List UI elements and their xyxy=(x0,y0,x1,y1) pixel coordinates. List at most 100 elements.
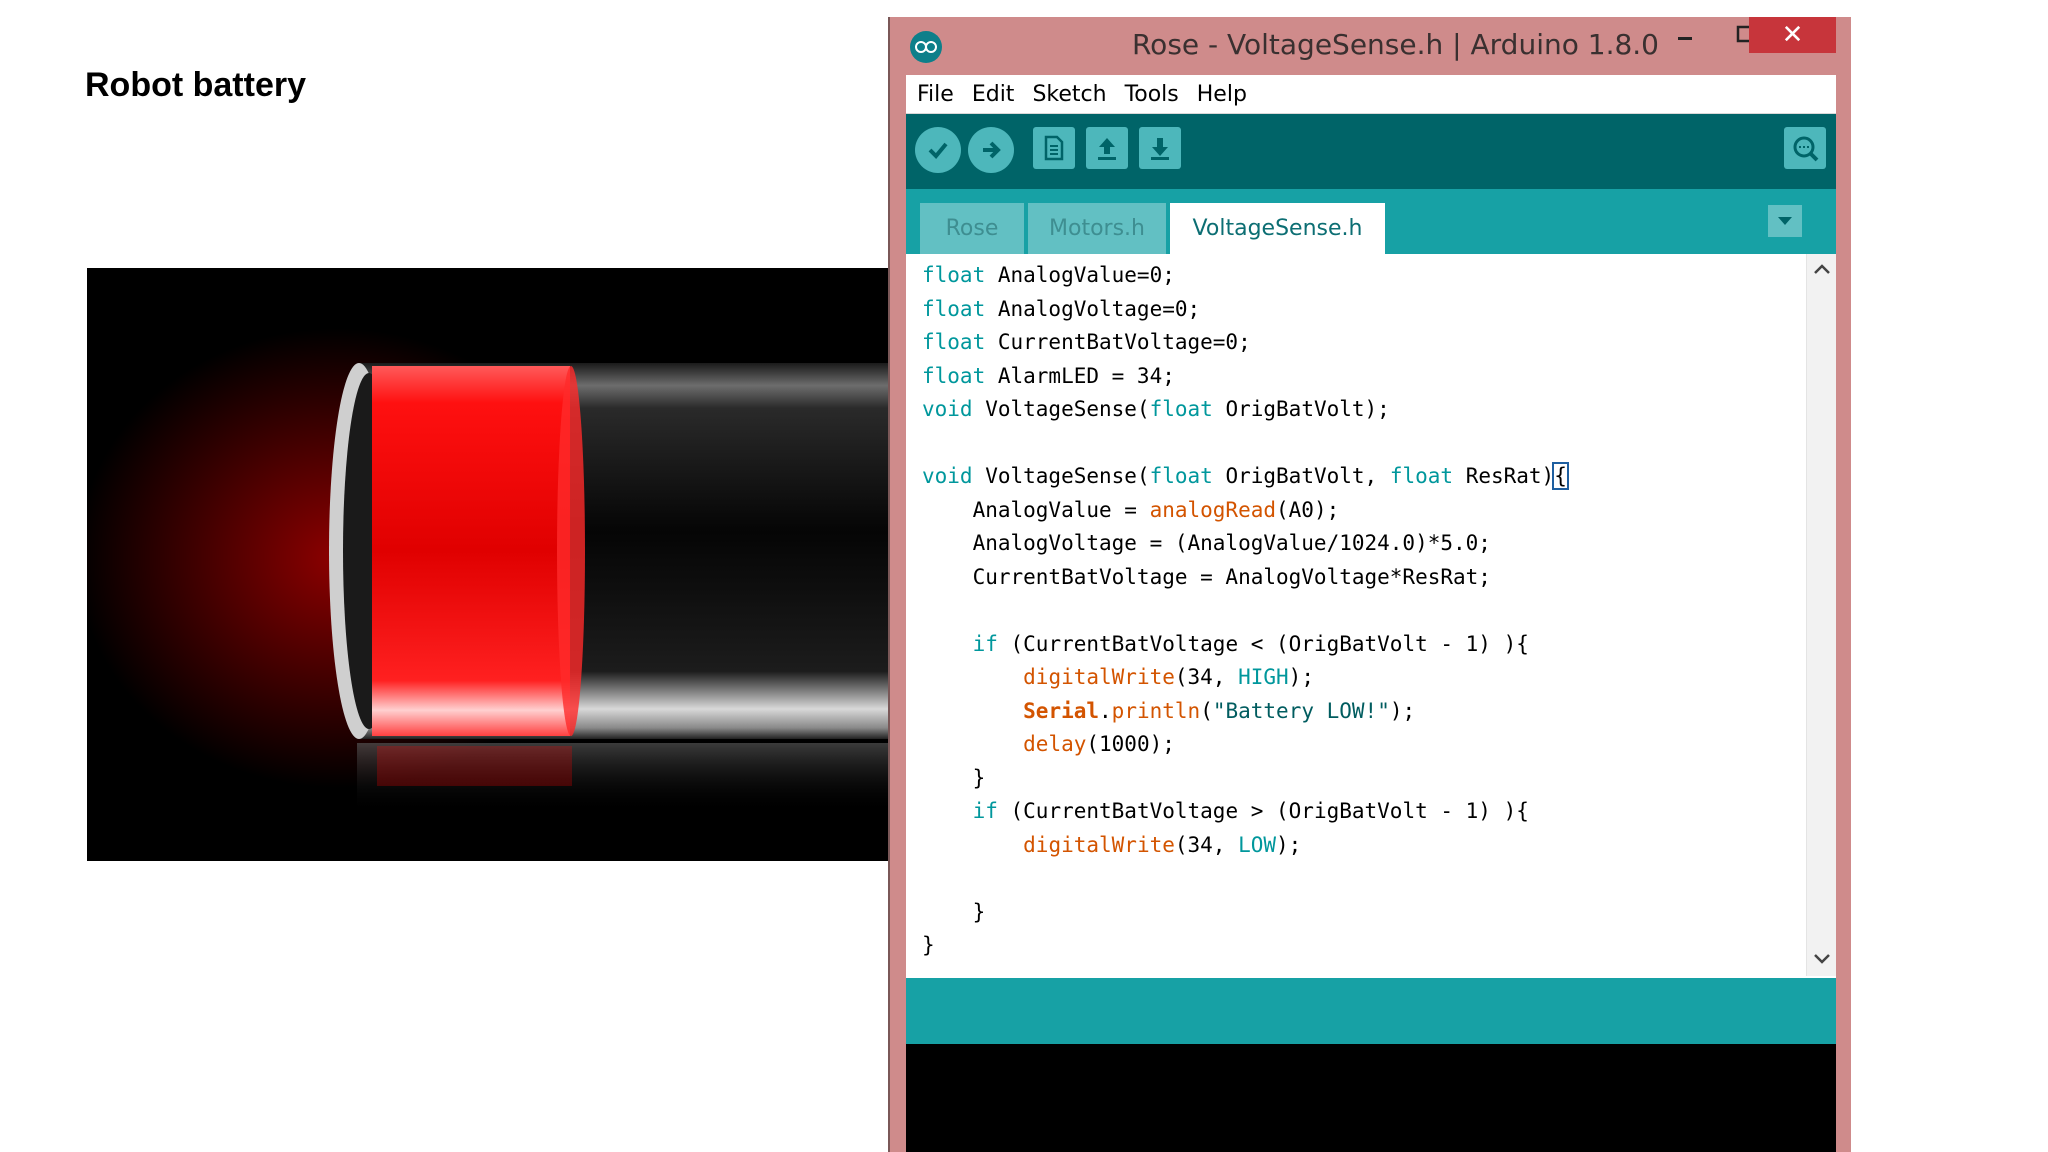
serial-monitor-button[interactable] xyxy=(1784,127,1826,169)
serial-monitor-icon xyxy=(1793,136,1819,162)
menu-sketch[interactable]: Sketch xyxy=(1030,82,1108,107)
code-line: float AnalogVoltage=0; xyxy=(922,293,1567,327)
code-token: CurrentBatVoltage=0; xyxy=(985,330,1251,354)
menu-bar: File Edit Sketch Tools Help xyxy=(906,75,1836,114)
tab-bar: Rose Motors.h VoltageSense.h xyxy=(906,189,1836,254)
code-token: AnalogValue=0; xyxy=(985,263,1175,287)
console-output[interactable] xyxy=(906,1044,1836,1152)
code-token: . xyxy=(1099,698,1112,723)
menu-edit[interactable]: Edit xyxy=(970,82,1017,107)
code-line: } xyxy=(922,929,1567,963)
code-token: void xyxy=(922,397,973,421)
scroll-up-icon[interactable] xyxy=(1813,262,1831,276)
code-token: ); xyxy=(1389,698,1416,723)
code-token: OrigBatVolt, xyxy=(1212,464,1390,488)
code-token: float xyxy=(1149,397,1213,421)
code-token: float xyxy=(922,296,986,321)
new-button[interactable] xyxy=(1033,127,1075,169)
code-token: OrigBatVolt); xyxy=(1212,397,1390,421)
chevron-down-icon xyxy=(1778,217,1792,225)
save-button[interactable] xyxy=(1139,127,1181,169)
code-token: float xyxy=(1149,464,1213,488)
code-editor[interactable]: float AnalogValue=0; float AnalogVoltage=… xyxy=(906,254,1806,976)
upload-button[interactable] xyxy=(968,127,1014,173)
code-token: digitalWrite xyxy=(1023,832,1175,857)
code-token: "Battery LOW!" xyxy=(1212,698,1390,723)
title-bar[interactable]: Rose - VoltageSense.h | Arduino 1.8.0 ✕ xyxy=(890,17,1851,75)
code-token: (1000); xyxy=(1086,732,1175,756)
code-token: if xyxy=(972,631,998,656)
open-icon xyxy=(1098,138,1116,160)
code-token: AnalogVoltage=0; xyxy=(985,296,1201,321)
close-button[interactable]: ✕ xyxy=(1749,17,1836,53)
code-token: AlarmLED = 34; xyxy=(985,363,1175,388)
toolbar xyxy=(906,114,1836,189)
code-token: CurrentBatVoltage = AnalogVoltage*ResRat… xyxy=(922,564,1491,589)
tab-rose[interactable]: Rose xyxy=(920,203,1024,254)
code-token: { xyxy=(1552,462,1569,490)
code-line: AnalogValue = analogRead(A0); xyxy=(922,494,1567,528)
battery-low-image xyxy=(87,268,890,861)
save-icon xyxy=(1151,138,1169,160)
code-text: float AnalogValue=0; float AnalogVoltage=… xyxy=(922,259,1569,963)
code-line: AnalogVoltage = (AnalogValue/1024.0)*5.0… xyxy=(922,527,1567,561)
code-token: delay xyxy=(1023,732,1087,756)
code-line: void VoltageSense(float OrigBatVolt, flo… xyxy=(922,460,1569,494)
status-bar xyxy=(906,978,1836,1044)
code-token: if xyxy=(972,799,998,823)
tab-menu-button[interactable] xyxy=(1768,205,1802,237)
code-token: } xyxy=(922,765,986,790)
tab-motors[interactable]: Motors.h xyxy=(1028,203,1166,254)
code-token: AnalogVoltage = (AnalogValue/1024.0)*5.0… xyxy=(922,531,1491,555)
code-token: float xyxy=(922,330,986,354)
menu-tools[interactable]: Tools xyxy=(1123,82,1181,107)
code-token: void xyxy=(922,464,973,488)
close-icon: ✕ xyxy=(1781,20,1804,50)
code-token: println xyxy=(1111,698,1201,723)
window-title: Rose - VoltageSense.h | Arduino 1.8.0 xyxy=(1131,28,1659,61)
code-token: LOW xyxy=(1238,832,1277,857)
code-token: (34, xyxy=(1174,665,1239,689)
menu-file[interactable]: File xyxy=(915,82,956,107)
verify-button[interactable] xyxy=(915,127,961,173)
code-line: delay(1000); xyxy=(922,728,1567,762)
new-icon xyxy=(1044,135,1064,161)
editor-scrollbar[interactable] xyxy=(1806,254,1836,976)
ide-client-area: File Edit Sketch Tools Help Rose Motors.… xyxy=(906,75,1836,1152)
code-line: float AlarmLED = 34; xyxy=(922,360,1567,394)
code-token: analogRead xyxy=(1149,497,1277,522)
menu-help[interactable]: Help xyxy=(1195,82,1249,107)
open-button[interactable] xyxy=(1086,127,1128,169)
minimize-button[interactable] xyxy=(1660,17,1710,53)
code-token: AnalogValue = xyxy=(922,497,1150,522)
code-line: Serial.println("Battery LOW!"); xyxy=(922,695,1567,729)
code-token: VoltageSense( xyxy=(972,397,1150,421)
code-token: } xyxy=(922,933,935,957)
code-token: (CurrentBatVoltage < (OrigBatVolt - 1) )… xyxy=(997,631,1529,656)
code-token: (A0); xyxy=(1276,497,1340,522)
code-line: float AnalogValue=0; xyxy=(922,259,1567,293)
code-line: digitalWrite(34, HIGH); xyxy=(922,661,1567,695)
code-token: digitalWrite xyxy=(1023,665,1175,689)
code-line: if (CurrentBatVoltage > (OrigBatVolt - 1… xyxy=(922,795,1567,829)
tab-voltagesense[interactable]: VoltageSense.h xyxy=(1170,203,1385,254)
code-line: float CurrentBatVoltage=0; xyxy=(922,326,1567,360)
code-token: float xyxy=(922,363,986,388)
code-token: Serial xyxy=(1023,698,1100,723)
code-token: float xyxy=(922,263,986,287)
verify-icon xyxy=(928,142,948,159)
code-token: VoltageSense( xyxy=(972,464,1150,488)
code-token: (34, xyxy=(1174,832,1239,857)
code-token: float xyxy=(1389,464,1454,488)
code-line: if (CurrentBatVoltage < (OrigBatVolt - 1… xyxy=(922,628,1567,662)
scroll-down-icon[interactable] xyxy=(1813,952,1831,966)
